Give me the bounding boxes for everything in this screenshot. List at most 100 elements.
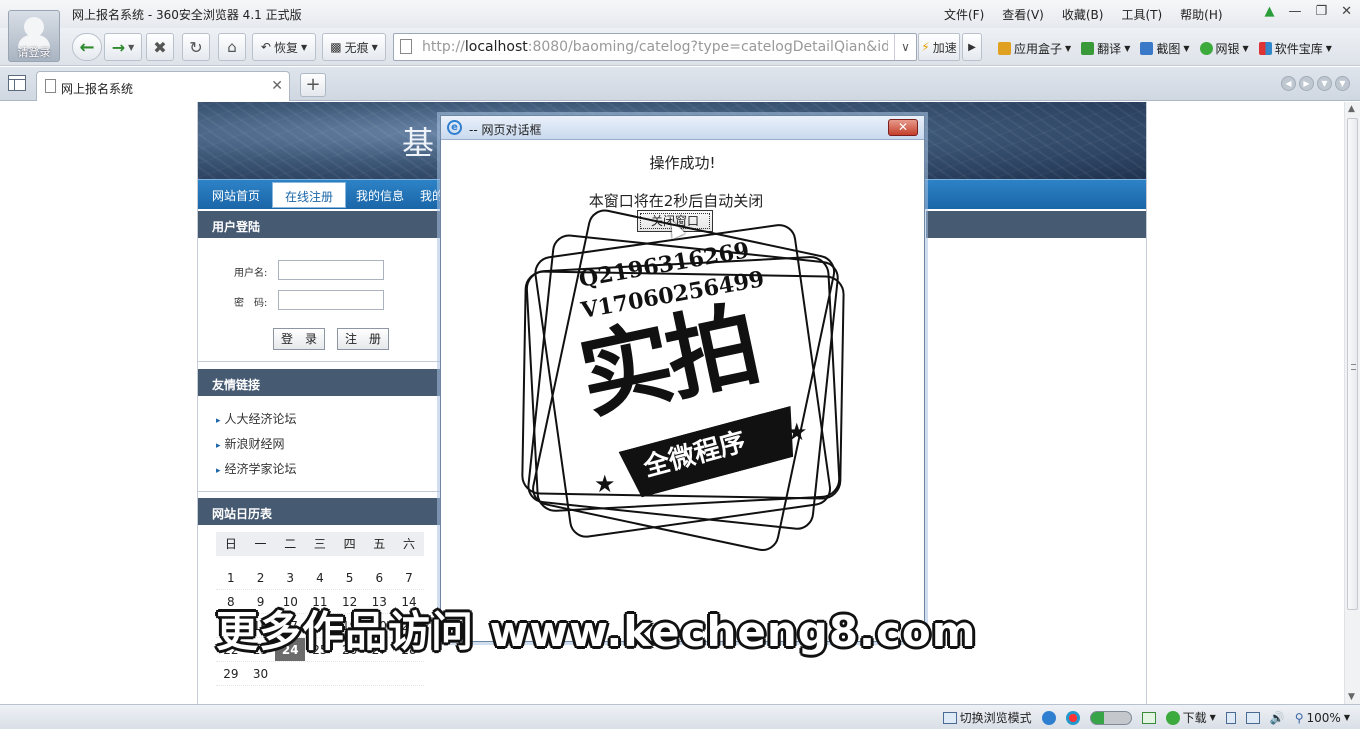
skin-icon[interactable]: ▲: [1264, 4, 1274, 19]
tab-list-icon[interactable]: ▼: [1317, 76, 1332, 91]
user-login-avatar[interactable]: 请登录: [8, 10, 60, 62]
login-panel-title: 用户登陆: [198, 211, 440, 238]
scroll-up-icon[interactable]: ▲: [1348, 104, 1355, 114]
security-icon[interactable]: [1065, 710, 1080, 725]
menu-file[interactable]: 文件(F): [944, 6, 984, 23]
extension-bar: 应用盒子 ▼ 翻译 ▼ 截图 ▼ 网银 ▼ 软件宝库 ▼: [998, 40, 1332, 57]
online-banking-button[interactable]: 网银 ▼: [1199, 40, 1249, 57]
menu-tools[interactable]: 工具(T): [1121, 6, 1162, 23]
browse-mode-button[interactable]: 切换浏览模式: [942, 709, 1032, 726]
address-dropdown-icon[interactable]: ∨: [894, 34, 916, 60]
chevron-down-icon: ▼: [1242, 44, 1249, 53]
maximize-icon[interactable]: ❐: [1315, 4, 1327, 19]
incognito-button[interactable]: ▩ 无痕 ▼: [322, 33, 386, 61]
nav-my-info[interactable]: 我的信息: [356, 187, 404, 204]
ie-engine-icon[interactable]: [1041, 710, 1056, 725]
screenshot-button[interactable]: 截图 ▼: [1140, 40, 1190, 57]
home-icon: ⌂: [227, 38, 237, 56]
register-button[interactable]: 注 册: [337, 328, 389, 350]
zoom-icon: ⚲: [1294, 710, 1304, 725]
app-box-label: 应用盒子: [1014, 42, 1063, 56]
tab-list-more-icon[interactable]: ▼: [1335, 76, 1350, 91]
link-sina-finance[interactable]: 新浪财经网: [216, 435, 285, 452]
close-icon[interactable]: ✕: [1341, 4, 1352, 19]
menu-favorites[interactable]: 收藏(B): [1062, 6, 1104, 23]
refresh-button[interactable]: ↻: [182, 33, 210, 61]
screenshot-label: 截图: [1156, 42, 1181, 56]
calendar-day[interactable]: 3: [275, 566, 305, 589]
download-icon: [1165, 710, 1180, 725]
tab-baoming[interactable]: 网上报名系统 ✕: [36, 71, 290, 101]
links-panel: 人大经济论坛 新浪财经网 经济学家论坛: [198, 396, 440, 492]
link-rmdjj-forum[interactable]: 人大经济论坛: [216, 410, 297, 427]
minimize-icon[interactable]: —: [1288, 4, 1301, 19]
restore-button[interactable]: ↶ 恢复 ▼: [252, 33, 316, 61]
calendar-day[interactable]: 6: [364, 566, 394, 589]
calendar-weekday: 六: [402, 537, 415, 551]
stop-button[interactable]: ✖: [146, 33, 174, 61]
calendar-day: [364, 662, 394, 685]
chevron-down-icon: ▼: [1343, 713, 1350, 722]
vertical-scrollbar[interactable]: ▲ ▼: [1344, 102, 1360, 704]
address-bar[interactable]: http://localhost:8080/baoming/catelog?ty…: [393, 33, 917, 61]
sidebar-toggle-icon[interactable]: [8, 75, 26, 91]
password-input[interactable]: [278, 290, 384, 310]
zoom-control[interactable]: ⚲ 100% ▼: [1295, 711, 1350, 725]
back-button[interactable]: ←: [72, 33, 102, 61]
nav-register[interactable]: 在线注册: [272, 182, 347, 208]
page-icon: [45, 79, 56, 93]
forward-button[interactable]: → ▼: [104, 33, 142, 61]
volume-icon[interactable]: 🔊: [1270, 711, 1285, 725]
scroll-grip: [1351, 364, 1356, 370]
speed-mode-toggle[interactable]: [1089, 710, 1132, 725]
stop-icon: ✖: [153, 37, 167, 57]
link-economist-forum[interactable]: 经济学家论坛: [216, 460, 297, 477]
scroll-thumb[interactable]: [1347, 118, 1358, 610]
dialog-title: -- 网页对话框: [469, 123, 542, 137]
address-input[interactable]: http://localhost:8080/baoming/catelog?ty…: [422, 39, 888, 55]
tab-close-icon[interactable]: ✕: [271, 78, 283, 94]
calendar-day[interactable]: 4: [305, 566, 335, 589]
menu-bar: 文件(F) 查看(V) 收藏(B) 工具(T) 帮助(H): [944, 6, 1223, 23]
menu-view[interactable]: 查看(V): [1002, 6, 1044, 23]
chevron-down-icon: ▼: [1065, 44, 1072, 53]
calendar-day: [305, 662, 335, 685]
app-box-button[interactable]: 应用盒子 ▼: [998, 40, 1071, 57]
avatar-head-icon: [24, 17, 44, 37]
tab-scroll-right-icon[interactable]: ▶: [1299, 76, 1314, 91]
new-tab-button[interactable]: +: [300, 73, 326, 97]
menu-help[interactable]: 帮助(H): [1180, 6, 1222, 23]
go-button[interactable]: ▶: [962, 33, 982, 61]
undo-icon: ↶: [260, 40, 271, 54]
calendar-day[interactable]: 30: [246, 662, 276, 685]
download-button[interactable]: 下载 ▼: [1165, 709, 1216, 726]
calendar-day[interactable]: 2: [246, 566, 276, 589]
image-icon[interactable]: [1245, 711, 1260, 724]
clipboard-icon[interactable]: [1225, 711, 1236, 724]
window-title: 网上报名系统 - 360安全浏览器 4.1 正式版: [72, 8, 302, 22]
star-icon: ★: [786, 418, 808, 446]
calendar-day[interactable]: 5: [335, 566, 365, 589]
tab-scroll-left-icon[interactable]: ◀: [1281, 76, 1296, 91]
nav-home[interactable]: 网站首页: [212, 187, 260, 204]
home-button[interactable]: ⌂: [218, 33, 246, 61]
calendar-weekdays: 日一二三四五六: [216, 532, 424, 556]
calendar-day: [275, 662, 305, 685]
translate-button[interactable]: 翻译 ▼: [1081, 40, 1130, 57]
login-panel: 用户名: 密 码: 登 录 注 册: [198, 238, 440, 362]
calendar-day[interactable]: 29: [216, 662, 246, 685]
dialog-close-button[interactable]: ✕: [888, 119, 918, 136]
speed-up-button[interactable]: ⚡ 加速: [918, 33, 960, 61]
calendar-day[interactable]: 7: [394, 566, 424, 589]
window-mode-icon: [942, 711, 957, 724]
login-button[interactable]: 登 录: [273, 328, 325, 350]
software-store-button[interactable]: 软件宝库 ▼: [1258, 40, 1332, 57]
calendar-day[interactable]: 1: [216, 566, 246, 589]
scroll-down-icon[interactable]: ▼: [1348, 692, 1355, 702]
calendar-day: [394, 662, 424, 685]
username-input[interactable]: [278, 260, 384, 280]
calculator-icon[interactable]: [1141, 711, 1156, 724]
download-label: 下载: [1182, 711, 1207, 725]
browse-mode-label: 切换浏览模式: [959, 711, 1032, 725]
translate-icon: [1081, 42, 1095, 55]
